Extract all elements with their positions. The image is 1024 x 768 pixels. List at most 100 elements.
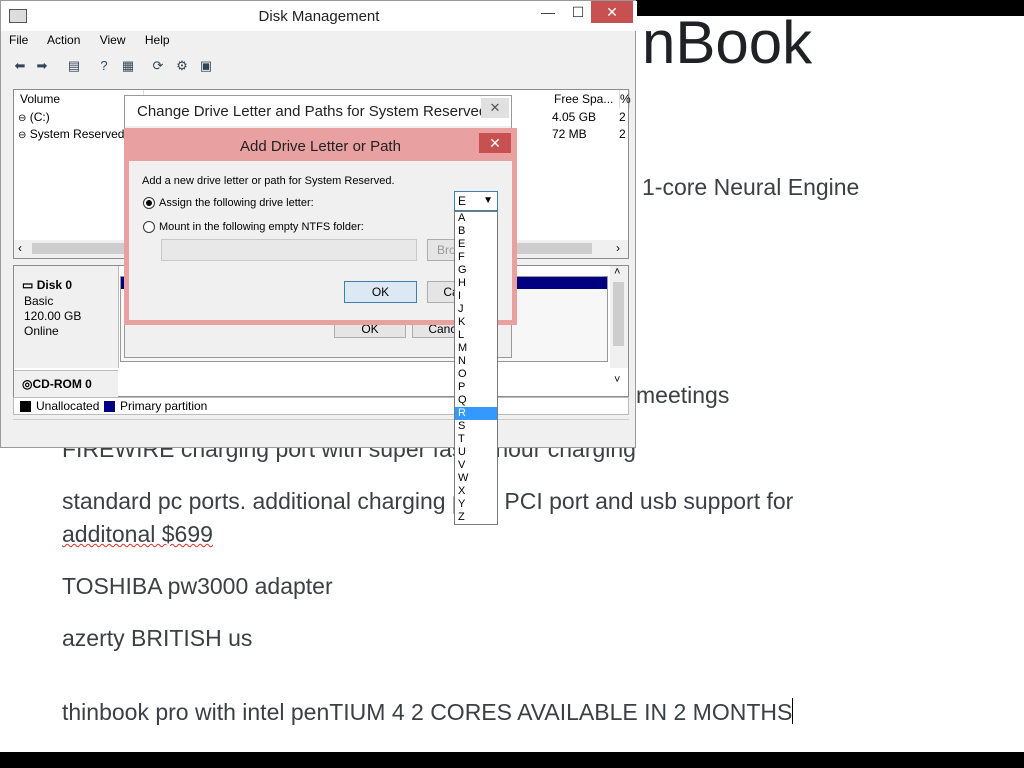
legend: Unallocated Primary partition bbox=[13, 397, 629, 415]
drive-letter-option[interactable]: T bbox=[455, 433, 497, 446]
help-icon[interactable]: ? bbox=[95, 57, 113, 75]
drive-letter-option[interactable]: N bbox=[455, 355, 497, 368]
drive-letter-option[interactable]: P bbox=[455, 381, 497, 394]
scroll-up-icon[interactable]: ˄ bbox=[614, 266, 620, 278]
cdrom-0-info[interactable]: ◎CD-ROM 0 bbox=[14, 370, 118, 397]
document-line: 1-core Neural Engine bbox=[642, 174, 860, 200]
dialog-instruction: Add a new drive letter or path for Syste… bbox=[142, 175, 395, 187]
assign-letter-radio[interactable] bbox=[143, 197, 155, 209]
drive-letter-option[interactable]: E bbox=[455, 238, 497, 251]
menu-action[interactable]: Action bbox=[47, 33, 80, 47]
status-bar bbox=[13, 419, 629, 440]
document-line: standard pc ports. additional charging p… bbox=[62, 488, 794, 514]
refresh-icon[interactable]: ⟳ bbox=[149, 57, 167, 75]
drive-letter-option[interactable]: I bbox=[455, 290, 497, 303]
drive-letter-option[interactable]: Z bbox=[455, 511, 497, 524]
drive-letter-option[interactable]: F bbox=[455, 251, 497, 264]
drive-letter-option[interactable]: V bbox=[455, 459, 497, 472]
document-title: nBook bbox=[642, 9, 813, 76]
scrollbar-thumb[interactable] bbox=[613, 282, 624, 346]
column-header-percent[interactable]: % bbox=[618, 90, 631, 108]
optical-drive-icon: ◎ bbox=[22, 377, 33, 391]
drive-letter-select[interactable]: E ▼ bbox=[454, 191, 498, 211]
menu-file[interactable]: File bbox=[9, 33, 28, 47]
dialog-titlebar: Change Drive Letter and Paths for System… bbox=[125, 96, 511, 126]
settings-icon[interactable]: ⚙ bbox=[173, 57, 191, 75]
menu-help[interactable]: Help bbox=[145, 33, 170, 47]
document-line-editing[interactable]: thinbook pro with intel penTIUM 4 2 CORE… bbox=[62, 698, 794, 726]
window-titlebar: Disk Management — ☐ ✕ bbox=[1, 1, 637, 31]
drive-letter-option[interactable]: O bbox=[455, 368, 497, 381]
dialog-title: Add Drive Letter or Path bbox=[240, 138, 401, 155]
disk-list-icon[interactable]: ▣ bbox=[197, 57, 215, 75]
close-icon[interactable]: ✕ bbox=[479, 133, 511, 153]
disk-0-label: ▭ Disk 0 bbox=[22, 278, 72, 292]
drive-letter-option[interactable]: Y bbox=[455, 498, 497, 511]
disk-0-size: 120.00 GB bbox=[24, 309, 82, 323]
disk-0-type: Basic bbox=[24, 294, 54, 308]
scroll-left-icon[interactable]: ‹ bbox=[18, 241, 22, 255]
dialog-title: Change Drive Letter and Paths for System… bbox=[137, 103, 488, 120]
screen-bottom-bar bbox=[0, 752, 1024, 768]
volume-free-space: 4.05 GB bbox=[552, 110, 597, 124]
legend-unallocated: Unallocated bbox=[36, 399, 100, 413]
drive-letter-option[interactable]: H bbox=[455, 277, 497, 290]
document-line: additonal $699 bbox=[62, 521, 213, 547]
properties-icon[interactable]: ▦ bbox=[119, 57, 137, 75]
close-icon[interactable]: ✕ bbox=[591, 1, 633, 23]
drive-letter-option[interactable]: Q bbox=[455, 394, 497, 407]
drive-letter-option[interactable]: G bbox=[455, 264, 497, 277]
mount-folder-radio[interactable] bbox=[143, 221, 155, 233]
drive-letter-list: ABEFGHIJKLMNOPQRSTUVWXYZ bbox=[454, 211, 498, 525]
drive-letter-option[interactable]: M bbox=[455, 342, 497, 355]
drive-letter-option[interactable]: U bbox=[455, 446, 497, 459]
table-row[interactable]: ⊖ System Reserved bbox=[18, 127, 124, 141]
chevron-down-icon[interactable]: ▼ bbox=[483, 192, 493, 210]
column-header-free-space[interactable]: Free Spa... bbox=[548, 90, 620, 108]
menu-view[interactable]: View bbox=[100, 33, 126, 47]
scroll-right-icon[interactable]: › bbox=[616, 241, 620, 255]
drive-letter-option[interactable]: R bbox=[455, 407, 497, 420]
cdrom-0-name: CD-ROM 0 bbox=[32, 377, 92, 391]
selected-letter: E bbox=[458, 194, 467, 208]
console-tree-icon[interactable]: ▤ bbox=[65, 57, 83, 75]
volume-name: System Reserved bbox=[29, 127, 125, 141]
legend-swatch-unallocated bbox=[20, 401, 31, 412]
document-line-text: thinbook pro with intel penTIUM 4 2 CORE… bbox=[62, 699, 793, 725]
document-line: azerty BRITISH us bbox=[62, 625, 253, 651]
drive-letter-option[interactable]: B bbox=[455, 225, 497, 238]
drive-letter-option[interactable]: K bbox=[455, 316, 497, 329]
close-icon[interactable]: ✕ bbox=[481, 98, 509, 118]
vertical-scrollbar[interactable]: ˄ ˅ bbox=[610, 266, 628, 386]
maximize-icon[interactable]: ☐ bbox=[561, 1, 595, 23]
dialog-titlebar: Add Drive Letter or Path ✕ bbox=[129, 133, 512, 161]
volume-free-space: 72 MB bbox=[552, 127, 587, 141]
volume-percent: 2 bbox=[619, 127, 626, 141]
drive-letter-option[interactable]: S bbox=[455, 420, 497, 433]
document-line: TOSHIBA pw3000 adapter bbox=[62, 573, 333, 599]
drive-icon: ⊖ bbox=[18, 130, 27, 141]
drive-letter-option[interactable]: W bbox=[455, 472, 497, 485]
document-line: meetings bbox=[636, 382, 730, 408]
legend-primary: Primary partition bbox=[120, 399, 208, 413]
drive-letter-option[interactable]: J bbox=[455, 303, 497, 316]
table-row[interactable]: ⊖ (C:) bbox=[18, 110, 50, 124]
volume-name: (C:) bbox=[29, 110, 50, 124]
legend-swatch-primary bbox=[104, 401, 115, 412]
back-arrow-icon[interactable]: ⬅ bbox=[11, 57, 29, 75]
volume-percent: 2 bbox=[619, 110, 626, 124]
disk-0-info[interactable]: ▭ Disk 0 Basic 120.00 GB Online bbox=[14, 266, 119, 368]
menu-bar: File Action View Help bbox=[9, 33, 186, 53]
folder-path-input[interactable] bbox=[161, 239, 417, 261]
minimize-icon[interactable]: — bbox=[531, 1, 565, 23]
disk-0-name: Disk 0 bbox=[36, 278, 73, 292]
drive-letter-option[interactable]: L bbox=[455, 329, 497, 342]
drive-letter-option[interactable]: X bbox=[455, 485, 497, 498]
forward-arrow-icon[interactable]: ➡ bbox=[33, 57, 51, 75]
drive-letter-option[interactable]: A bbox=[455, 212, 497, 225]
assign-letter-label: Assign the following drive letter: bbox=[159, 197, 314, 209]
text-cursor bbox=[792, 698, 794, 724]
disk-icon: ▭ bbox=[22, 278, 34, 292]
scroll-down-icon[interactable]: ˅ bbox=[614, 374, 620, 386]
ok-button[interactable]: OK bbox=[344, 281, 417, 303]
